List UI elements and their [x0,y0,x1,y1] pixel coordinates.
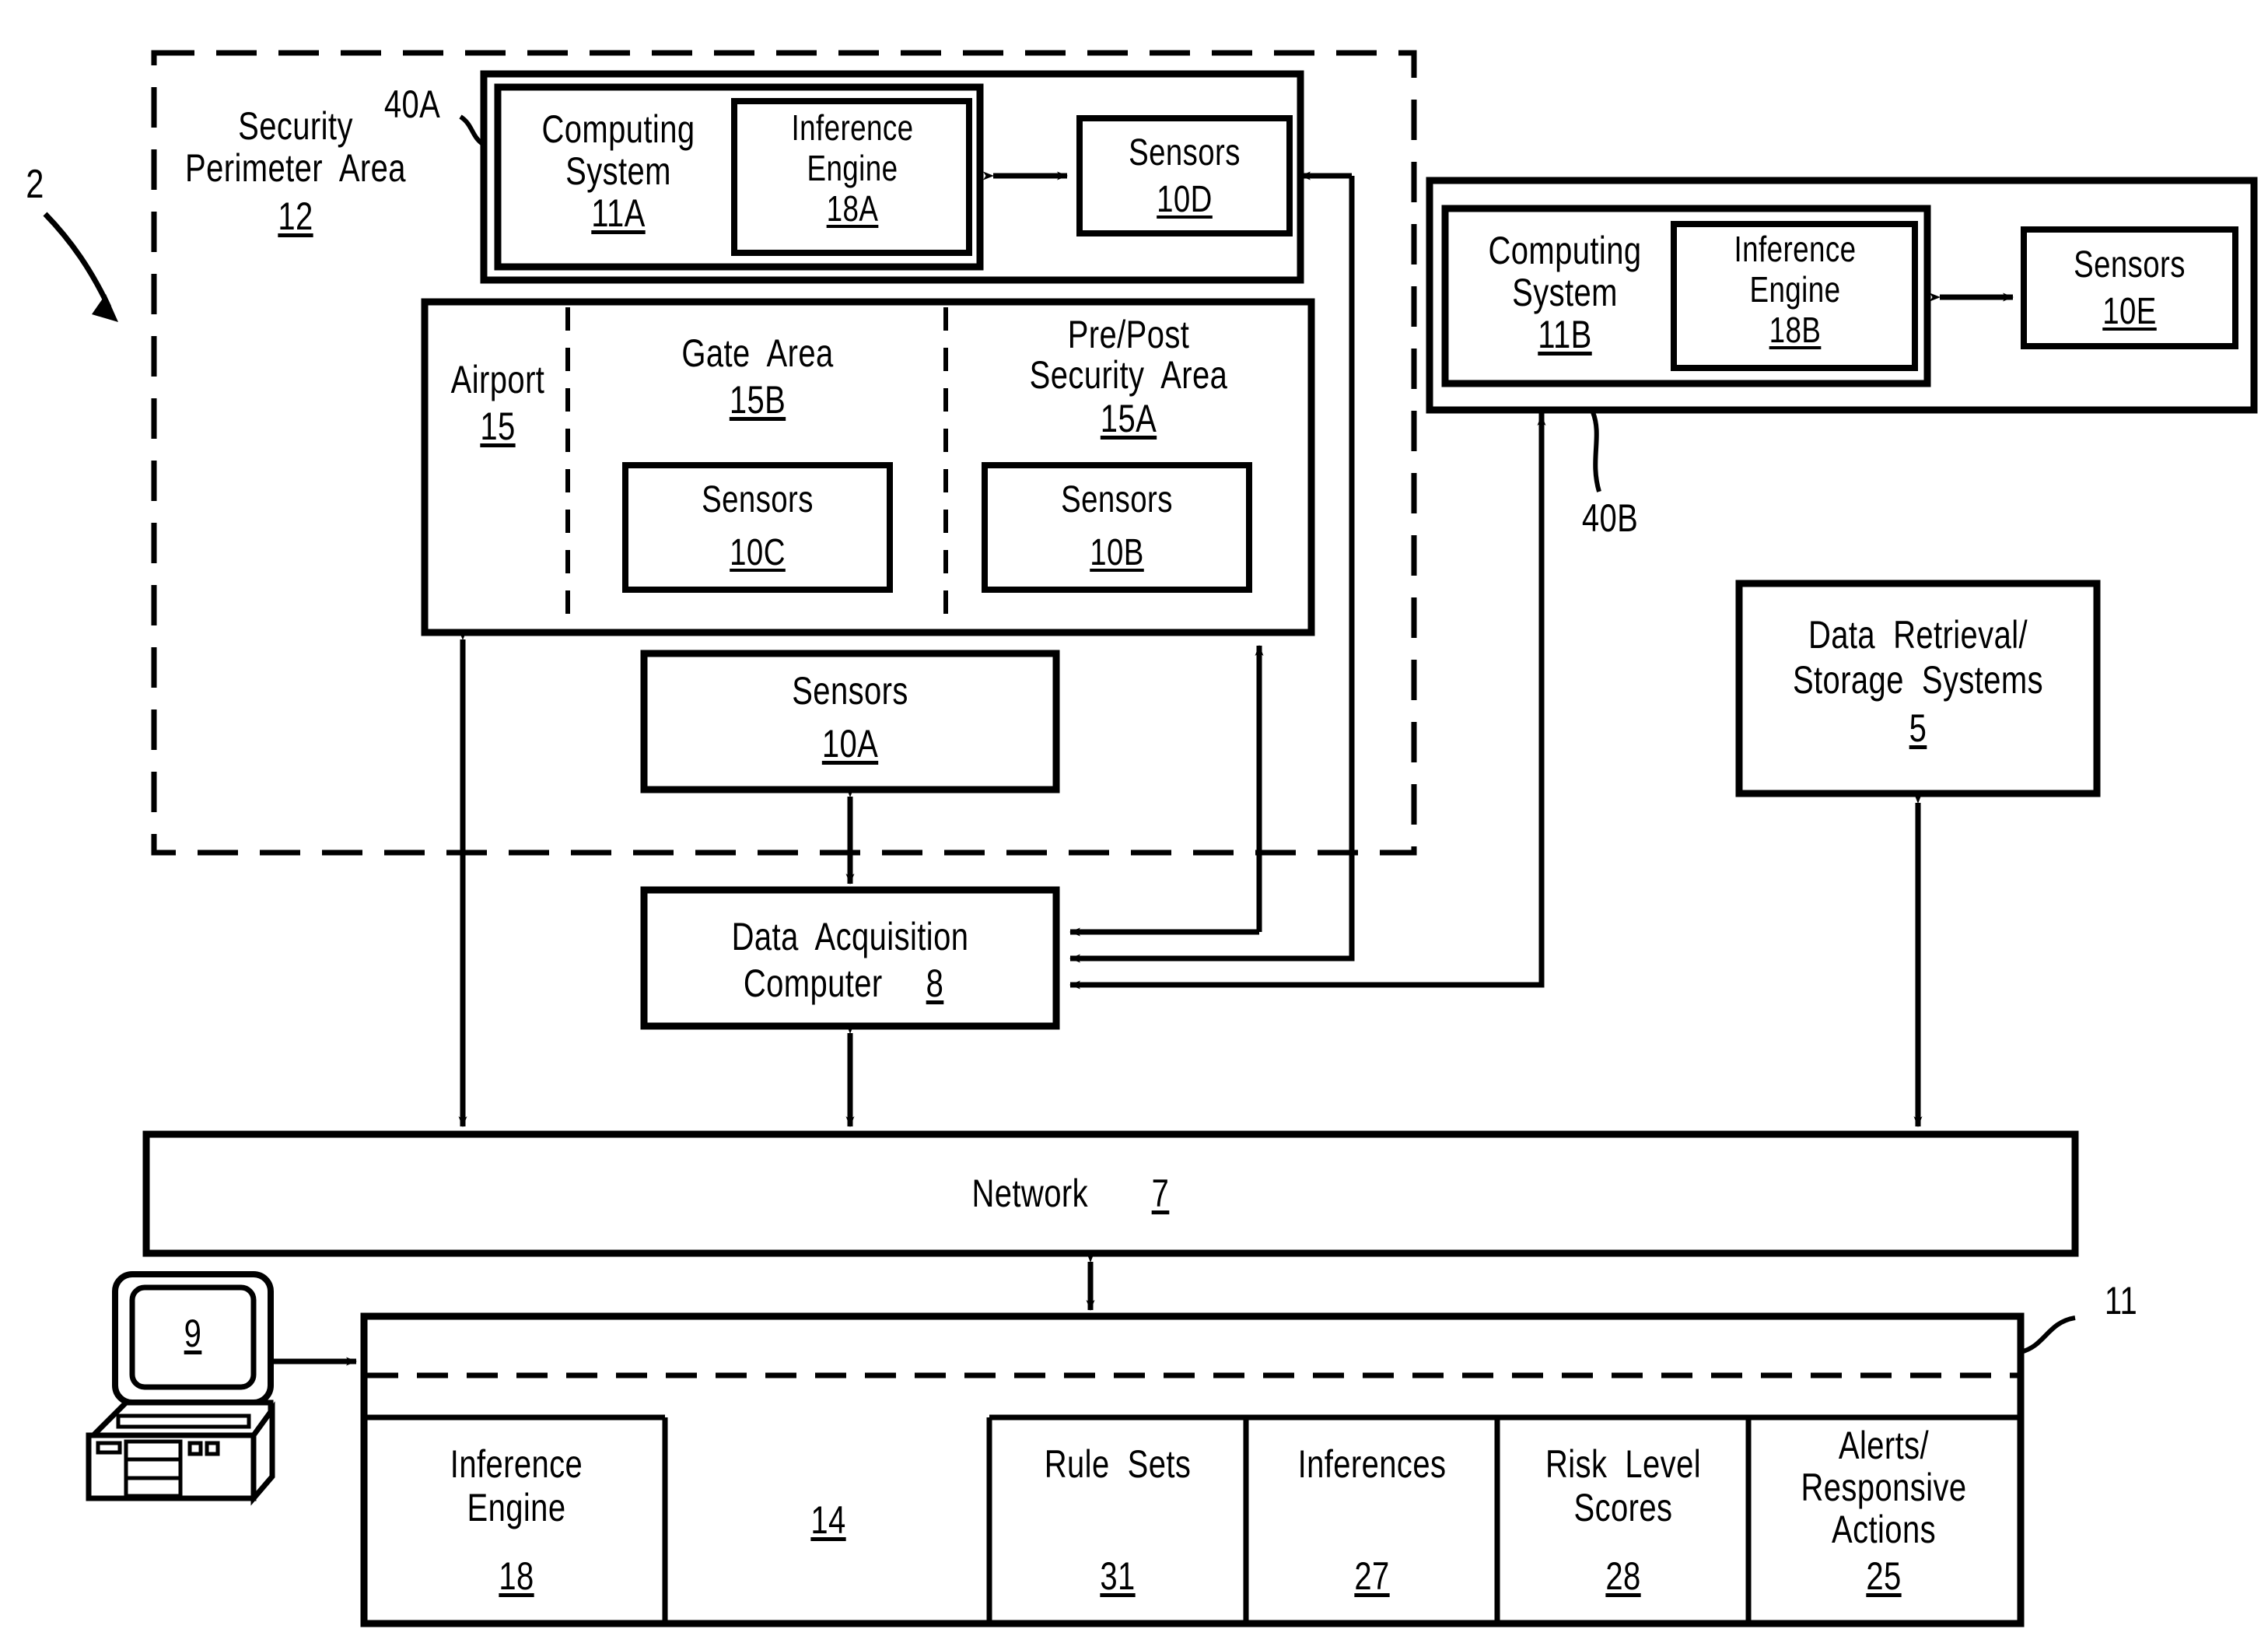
analysis-system-box [360,1312,2025,1627]
sensors-10B-box [982,462,1252,593]
inference-engine-18B-box [1671,221,1918,371]
wire-40B-down [1069,410,1545,990]
computing-system-11B-box [1441,205,1931,387]
data-acquisition-computer-box [640,886,1060,1030]
workstation-icon [86,1271,275,1506]
node-40B-outer [1426,177,2258,414]
security-perimeter-boundary [151,50,1417,856]
sensors-10D-box [1076,115,1293,236]
figure-leader-2-arrow [92,294,118,322]
diagram-lines [43,50,2258,1627]
analysis-system-leader [2020,1315,2076,1354]
data-retrieval-storage-box [1735,580,2101,797]
network-bar [142,1130,2079,1257]
computing-system-11A-box [494,83,984,271]
inference-engine-18A-box [731,98,972,256]
node-40B-leader [1591,411,1601,492]
figure-leader-2 [43,212,112,309]
sensors-10C-box [622,462,893,593]
sensors-10E-box [2021,226,2238,349]
sensors-10A-box [640,650,1060,793]
patent-figure: 2 Security Perimeter Area 12 40A Computi… [0,0,2268,1643]
node-40A-outer [480,70,1304,284]
